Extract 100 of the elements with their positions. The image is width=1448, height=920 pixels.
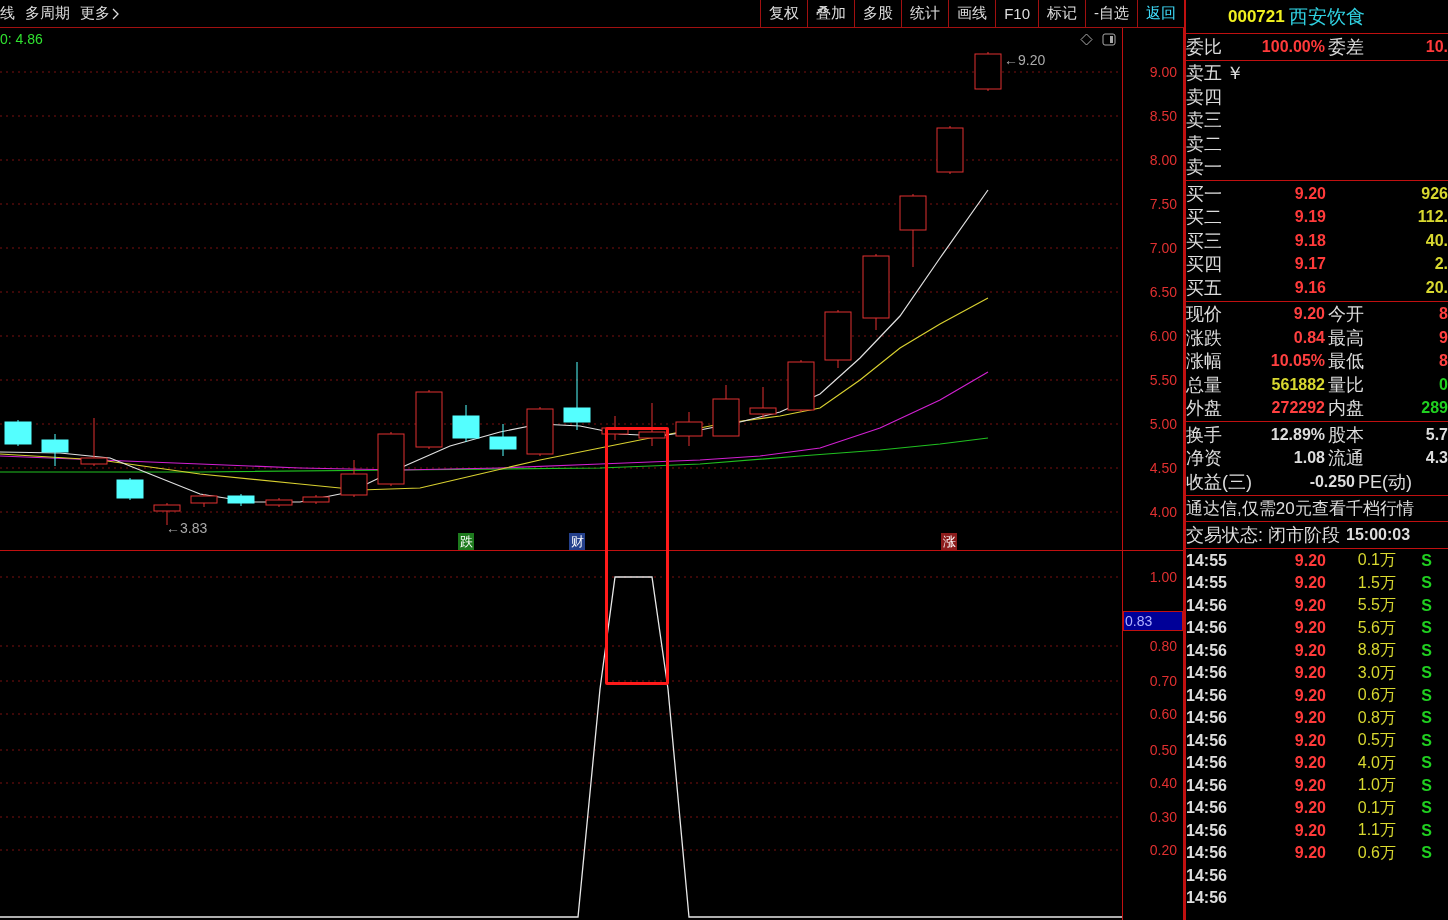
trade-price: 9.20 [1293,619,1326,638]
axis-tick-label: 6.50 [1149,284,1177,300]
axis-tick-label: 5.00 [1149,416,1177,432]
candlestick [601,415,629,441]
bid-level-label: 买二 [1186,206,1222,230]
field-label: 收益(三) [1186,470,1252,494]
trade-time: 14:56 [1186,866,1228,885]
trade-side: S [1420,731,1432,750]
trade-volume: 5.5万 [1356,595,1396,616]
field-label: 最低 [1328,350,1364,374]
bid-level-label: 买一 [1186,182,1222,206]
trade-side: S [1420,776,1432,795]
trade-price: 9.20 [1293,686,1326,705]
field-label: 委差 [1328,35,1364,59]
diamond-icon[interactable] [1080,33,1093,46]
trade-side: S [1420,754,1432,773]
trade-time: 14:56 [1186,731,1228,750]
signal-marker: 财 [569,533,585,550]
trade-side: S [1420,664,1432,683]
field-label: 现价 [1186,303,1222,327]
candlestick [377,431,405,487]
candlestick [974,51,1002,92]
field-value: 9 [1438,328,1448,347]
trade-price: 9.20 [1293,731,1326,750]
trade-volume: 0.1万 [1356,550,1396,571]
candlestick [415,389,443,450]
trade-side: S [1420,799,1432,818]
trade-time: 14:56 [1186,664,1228,683]
trade-volume: 1.1万 [1356,820,1396,841]
trade-volume: 0.1万 [1356,797,1396,818]
trade-price: 9.20 [1293,664,1326,683]
candlestick [712,384,740,437]
menu-item[interactable]: 更多 [80,4,110,23]
trade-volume: 4.0万 [1356,752,1396,773]
field-value: 9.20 [1292,305,1326,324]
trade-time: 14:56 [1186,709,1228,728]
axis-tick-label: 0.50 [1149,742,1177,758]
trade-price: 9.20 [1293,641,1326,660]
trade-volume: 1.0万 [1356,775,1396,796]
field-label: 净资 [1186,447,1222,471]
promo-link[interactable]: 通达信,仅需20元查看千档行情 [1186,496,1414,520]
field-label: 委比 [1186,35,1222,59]
axis-tick-label: 1.00 [1149,569,1177,585]
field-value: 1.08 [1292,449,1326,468]
field-label: 内盘 [1328,397,1364,421]
currency-mark: ￥ [1226,62,1244,86]
candlestick [824,309,852,369]
trade-price: 9.20 [1293,596,1326,615]
candlestick [80,417,108,467]
candlestick [787,359,815,413]
trade-time: 14:56 [1186,799,1228,818]
field-value: 0 [1438,375,1448,394]
axis-tick-label: 4.50 [1149,460,1177,476]
trade-volume: 0.6万 [1356,685,1396,706]
bid-price: 9.17 [1293,255,1326,274]
axis-tick-label: 7.50 [1149,196,1177,212]
candlestick [936,125,964,175]
trade-time: 14:56 [1186,821,1228,840]
status-time: 15:00:03 [1346,525,1411,544]
candlestick [41,433,69,467]
field-value: 10. [1424,37,1448,56]
bid-level-label: 买四 [1186,253,1222,277]
field-label: 涨跌 [1186,326,1222,350]
candlestick [638,402,666,447]
candlestick [190,493,218,508]
field-value: 4.3 [1424,449,1448,468]
trade-side: S [1420,551,1432,570]
field-value: -0.250 [1308,472,1356,491]
bid-level-label: 买五 [1186,276,1222,300]
chevron-right-icon [112,7,119,20]
candlestick [452,404,480,443]
menu-item[interactable]: 线 [0,4,15,23]
trade-side: S [1420,619,1432,638]
bid-price: 9.20 [1293,184,1326,203]
trade-price: 9.20 [1293,574,1326,593]
axis-tick-label: 0.30 [1149,809,1177,825]
candlestick [302,494,330,505]
bid-volume: 926 [1420,184,1448,203]
candlestick [116,477,144,501]
trade-side: S [1420,709,1432,728]
field-label: 今开 [1328,303,1364,327]
indicator-legend: 0: 4.86 [0,31,43,47]
trade-volume: 3.0万 [1356,662,1396,683]
field-value: 561882 [1270,375,1326,394]
candlestick [749,386,777,419]
field-label: 流通 [1328,447,1364,471]
menu-item[interactable]: 多周期 [25,4,70,23]
axis-tick-label: 8.00 [1149,152,1177,168]
field-value: 8 [1438,352,1448,371]
axis-tick-label: 0.20 [1149,842,1177,858]
trade-volume: 0.6万 [1356,842,1396,863]
trade-price: 9.20 [1293,776,1326,795]
panel-toggle-icon[interactable] [1102,33,1116,46]
candlestick [265,497,293,508]
stock-name: 西安饮食 [1288,4,1365,29]
axis-tick-label: 5.50 [1149,372,1177,388]
bid-volume: 112. [1416,208,1448,227]
high-price-label: ←9.20 [1004,52,1046,68]
axis-tick-label: 7.00 [1149,240,1177,256]
trade-price: 9.20 [1293,551,1326,570]
